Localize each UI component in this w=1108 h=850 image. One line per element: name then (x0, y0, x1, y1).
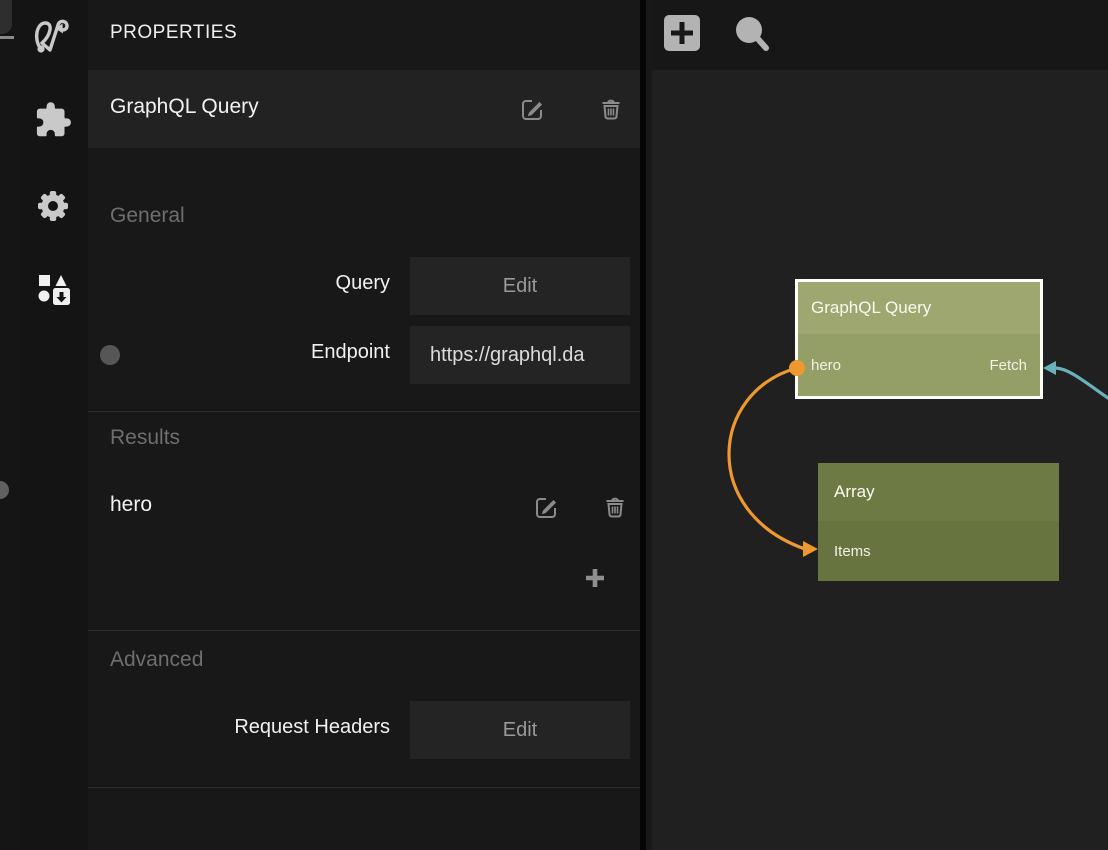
connection-offscreen-to-fetch[interactable] (1056, 368, 1108, 398)
request-headers-edit-button[interactable]: Edit (410, 701, 630, 759)
endpoint-input[interactable]: https://graphql.da (410, 326, 630, 384)
request-headers-label: Request Headers (88, 716, 390, 739)
components-shapes-icon (31, 267, 75, 311)
plus-icon (582, 565, 608, 591)
background-panel-highlight (0, 36, 14, 39)
node-graphql-query[interactable]: GraphQL Query hero Fetch (795, 279, 1043, 399)
sidebar-item-components[interactable] (31, 266, 75, 312)
node-port-row: hero Fetch (798, 334, 1040, 396)
port-hero[interactable]: hero (811, 357, 841, 374)
query-edit-button[interactable]: Edit (410, 257, 630, 315)
add-result-button[interactable] (582, 565, 608, 591)
node-canvas[interactable]: GraphQL Query hero Fetch Array Items (652, 0, 1108, 850)
node-connections-icon (31, 13, 75, 57)
connection-fetch-arrowhead (1043, 361, 1056, 375)
port-fetch[interactable]: Fetch (989, 357, 1027, 374)
left-toolbar (18, 0, 88, 850)
endpoint-label: Endpoint (88, 341, 390, 364)
result-item-hero: hero (110, 493, 152, 517)
selected-node-row[interactable]: GraphQL Query (88, 70, 640, 148)
delete-icon (598, 96, 624, 122)
search-button[interactable] (732, 13, 772, 55)
plugins-puzzle-icon (31, 101, 75, 145)
port-items[interactable]: Items (834, 543, 871, 560)
section-label-advanced: Advanced (110, 648, 203, 672)
app-root: PROPERTIES GraphQL Query (0, 0, 1108, 850)
section-divider (88, 787, 640, 788)
node-title: Array (818, 463, 1059, 521)
section-divider (88, 630, 640, 631)
settings-gear-icon (31, 184, 75, 228)
node-port-row: Items (818, 521, 1059, 581)
rename-icon (533, 494, 559, 520)
connection-hero-to-items[interactable] (729, 368, 805, 549)
delete-icon (602, 494, 628, 520)
section-label-results: Results (110, 426, 180, 450)
section-divider (88, 411, 640, 412)
delete-node-button[interactable] (598, 96, 624, 122)
canvas-toolbar (652, 0, 1108, 70)
selected-node-name: GraphQL Query (110, 95, 259, 119)
properties-panel: PROPERTIES GraphQL Query (88, 0, 646, 850)
rename-icon (519, 96, 545, 122)
sidebar-item-node-connections[interactable] (31, 12, 75, 58)
node-title: GraphQL Query (798, 282, 1040, 334)
background-port-dot (0, 481, 9, 499)
node-array[interactable]: Array Items (818, 463, 1059, 581)
connections-layer (652, 0, 1108, 850)
properties-panel-title: PROPERTIES (110, 22, 237, 44)
add-node-icon (664, 15, 700, 51)
sidebar-item-plugins[interactable] (31, 100, 75, 146)
delete-result-button[interactable] (602, 494, 628, 520)
add-node-button[interactable] (664, 15, 700, 51)
rename-node-button[interactable] (518, 96, 546, 122)
query-label: Query (88, 272, 390, 295)
background-panel-corner (0, 0, 12, 34)
rename-result-button[interactable] (532, 494, 560, 520)
connection-hero-arrowhead (803, 541, 818, 557)
background-panel-edge (0, 0, 18, 850)
sidebar-item-settings[interactable] (31, 183, 75, 229)
section-label-general: General (110, 204, 185, 228)
search-icon (732, 13, 772, 55)
